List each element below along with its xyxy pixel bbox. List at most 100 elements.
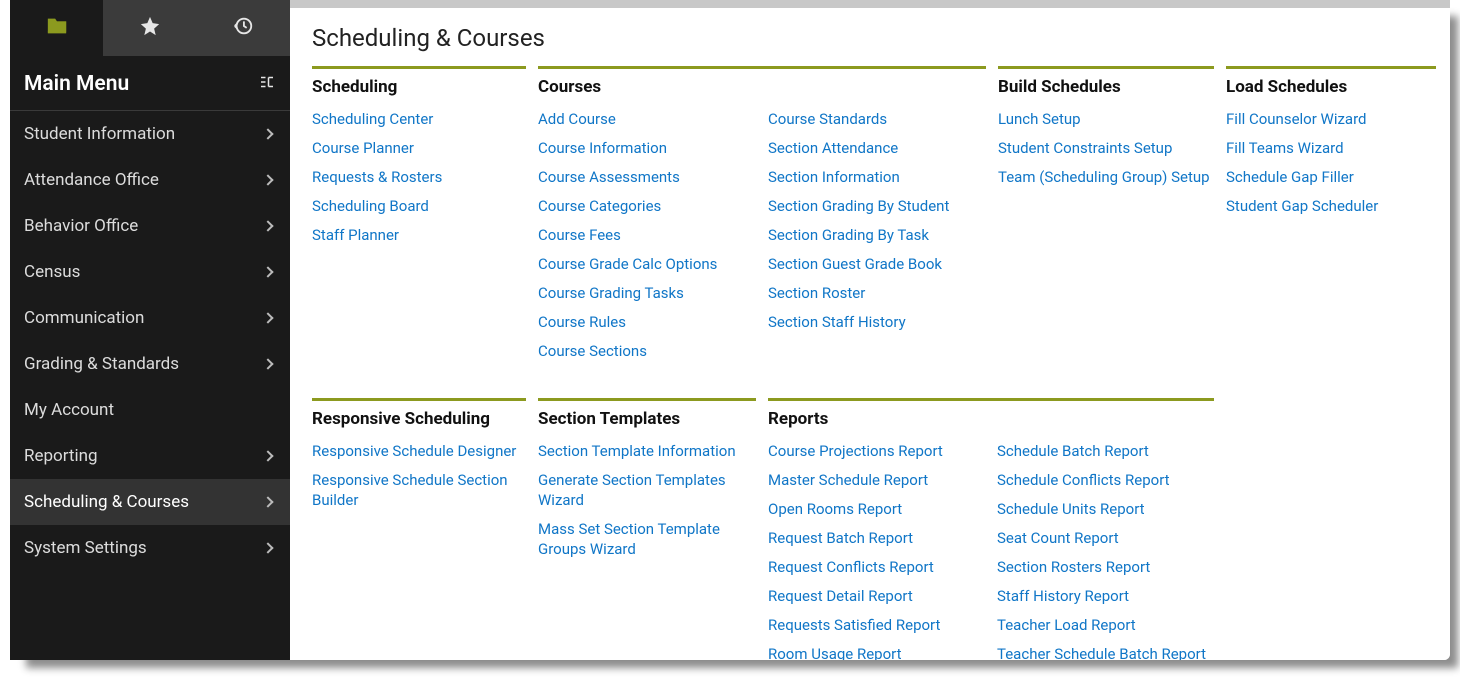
load-schedules-links: Fill Counselor Wizard Fill Teams Wizard Sc… [1226,109,1436,216]
link-item: Section Staff History [768,312,986,332]
sidebar-tab-favorites[interactable] [103,0,196,56]
link-item: Course Sections [538,341,756,361]
link-master-schedule-report[interactable]: Master Schedule Report [768,471,928,489]
courses-header: Courses [538,66,986,97]
link-item: Section Template Information [538,441,756,461]
link-schedule-batch-report[interactable]: Schedule Batch Report [997,442,1149,460]
block-load-schedules: Load Schedules Fill Counselor WizardFill… [1226,66,1436,225]
link-course-grade-calc-options[interactable]: Course Grade Calc Options [538,255,717,273]
tree-toggle-icon[interactable] [258,73,276,95]
link-scheduling-center[interactable]: Scheduling Center [312,110,433,128]
link-open-rooms-report[interactable]: Open Rooms Report [768,500,902,518]
responsive-scheduling-header: Responsive Scheduling [312,398,526,429]
link-mass-set-section-template-groups-wizard[interactable]: Mass Set Section Template Groups Wizard [538,520,720,558]
link-item: Section Grading By Task [768,225,986,245]
sidebar-item-student-information[interactable]: Student Information [10,111,290,157]
link-add-course[interactable]: Add Course [538,110,616,128]
link-responsive-schedule-designer[interactable]: Responsive Schedule Designer [312,442,516,460]
link-item: Section Guest Grade Book [768,254,986,274]
scheduling-links: Scheduling Center Course Planner Requests … [312,109,526,245]
link-teacher-load-report[interactable]: Teacher Load Report [997,616,1136,634]
link-course-grading-tasks[interactable]: Course Grading Tasks [538,284,684,302]
link-teacher-schedule-batch-report[interactable]: Teacher Schedule Batch Report [997,645,1206,660]
link-item: Responsive Schedule Section Builder [312,470,526,510]
chevron-right-icon [262,496,273,507]
link-schedule-units-report[interactable]: Schedule Units Report [997,500,1145,518]
link-section-attendance[interactable]: Section Attendance [768,139,898,157]
link-section-roster[interactable]: Section Roster [768,284,865,302]
link-item: Scheduling Center [312,109,526,129]
sidebar-item-reporting[interactable]: Reporting [10,433,290,479]
link-course-information[interactable]: Course Information [538,139,667,157]
link-fill-counselor-wizard[interactable]: Fill Counselor Wizard [1226,110,1367,128]
link-section-template-information[interactable]: Section Template Information [538,442,736,460]
reports-links-col2: Schedule Batch Report Schedule Conflicts … [997,441,1214,660]
chevron-right-icon [262,128,273,139]
sidebar-item-attendance-office[interactable]: Attendance Office [10,157,290,203]
sidebar-item-scheduling-courses[interactable]: Scheduling & Courses [10,479,290,525]
sidebar-tab-history[interactable] [197,0,290,56]
sidebar-tab-bar [10,0,290,56]
link-schedule-conflicts-report[interactable]: Schedule Conflicts Report [997,471,1170,489]
link-course-fees[interactable]: Course Fees [538,226,621,244]
link-student-gap-scheduler[interactable]: Student Gap Scheduler [1226,197,1378,215]
sidebar-item-label: Behavior Office [24,216,138,236]
sidebar-header: Main Menu [10,56,290,111]
link-fill-teams-wizard[interactable]: Fill Teams Wizard [1226,139,1344,157]
link-item: Course Categories [538,196,756,216]
link-section-grading-by-student[interactable]: Section Grading By Student [768,197,949,215]
link-item: Student Gap Scheduler [1226,196,1436,216]
link-item: Request Conflicts Report [768,557,985,577]
link-requests-rosters[interactable]: Requests & Rosters [312,168,442,186]
link-course-planner[interactable]: Course Planner [312,139,414,157]
link-section-grading-by-task[interactable]: Section Grading By Task [768,226,929,244]
link-request-conflicts-report[interactable]: Request Conflicts Report [768,558,934,576]
link-student-constraints-setup[interactable]: Student Constraints Setup [998,139,1172,157]
link-course-categories[interactable]: Course Categories [538,197,661,215]
sidebar-item-system-settings[interactable]: System Settings [10,525,290,571]
link-section-rosters-report[interactable]: Section Rosters Report [997,558,1150,576]
link-seat-count-report[interactable]: Seat Count Report [997,529,1119,547]
link-item: Course Grading Tasks [538,283,756,303]
link-request-batch-report[interactable]: Request Batch Report [768,529,913,547]
sidebar-item-grading-standards[interactable]: Grading & Standards [10,341,290,387]
chevron-right-icon [262,358,273,369]
link-course-rules[interactable]: Course Rules [538,313,626,331]
sidebar-item-label: Attendance Office [24,170,159,190]
section-templates-links: Section Template Information Generate Sec… [538,441,756,559]
link-section-staff-history[interactable]: Section Staff History [768,313,906,331]
link-room-usage-report[interactable]: Room Usage Report [768,645,901,660]
block-reports: Reports Course Projections ReportMaster … [768,398,1214,660]
link-course-sections[interactable]: Course Sections [538,342,647,360]
link-course-standards[interactable]: Course Standards [768,110,887,128]
link-staff-planner[interactable]: Staff Planner [312,226,399,244]
content-grid: Scheduling Scheduling CenterCourse Plann… [312,66,1422,660]
sidebar-item-my-account[interactable]: My Account [10,387,290,433]
link-team-scheduling-group-setup[interactable]: Team (Scheduling Group) Setup [998,168,1210,186]
build-schedules-header: Build Schedules [998,66,1214,97]
link-section-guest-grade-book[interactable]: Section Guest Grade Book [768,255,942,273]
link-section-information[interactable]: Section Information [768,168,900,186]
sidebar-item-communication[interactable]: Communication [10,295,290,341]
sidebar-item-behavior-office[interactable]: Behavior Office [10,203,290,249]
link-generate-section-templates-wizard[interactable]: Generate Section Templates Wizard [538,471,726,509]
link-responsive-schedule-section-builder[interactable]: Responsive Schedule Section Builder [312,471,508,509]
link-item: Request Batch Report [768,528,985,548]
link-item: Seat Count Report [997,528,1214,548]
link-item: Course Projections Report [768,441,985,461]
link-course-assessments[interactable]: Course Assessments [538,168,680,186]
sidebar-item-census[interactable]: Census [10,249,290,295]
sidebar-tab-folder[interactable] [10,0,103,56]
link-course-projections-report[interactable]: Course Projections Report [768,442,943,460]
link-scheduling-board[interactable]: Scheduling Board [312,197,429,215]
link-lunch-setup[interactable]: Lunch Setup [998,110,1081,128]
link-request-detail-report[interactable]: Request Detail Report [768,587,913,605]
link-staff-history-report[interactable]: Staff History Report [997,587,1129,605]
link-item: Responsive Schedule Designer [312,441,526,461]
courses-links-col2: Course Standards Section Attendance Sectio… [768,109,986,370]
link-item: Teacher Load Report [997,615,1214,635]
link-item: Course Fees [538,225,756,245]
star-icon [139,15,161,41]
link-schedule-gap-filler[interactable]: Schedule Gap Filler [1226,168,1354,186]
link-requests-satisfied-report[interactable]: Requests Satisfied Report [768,616,940,634]
